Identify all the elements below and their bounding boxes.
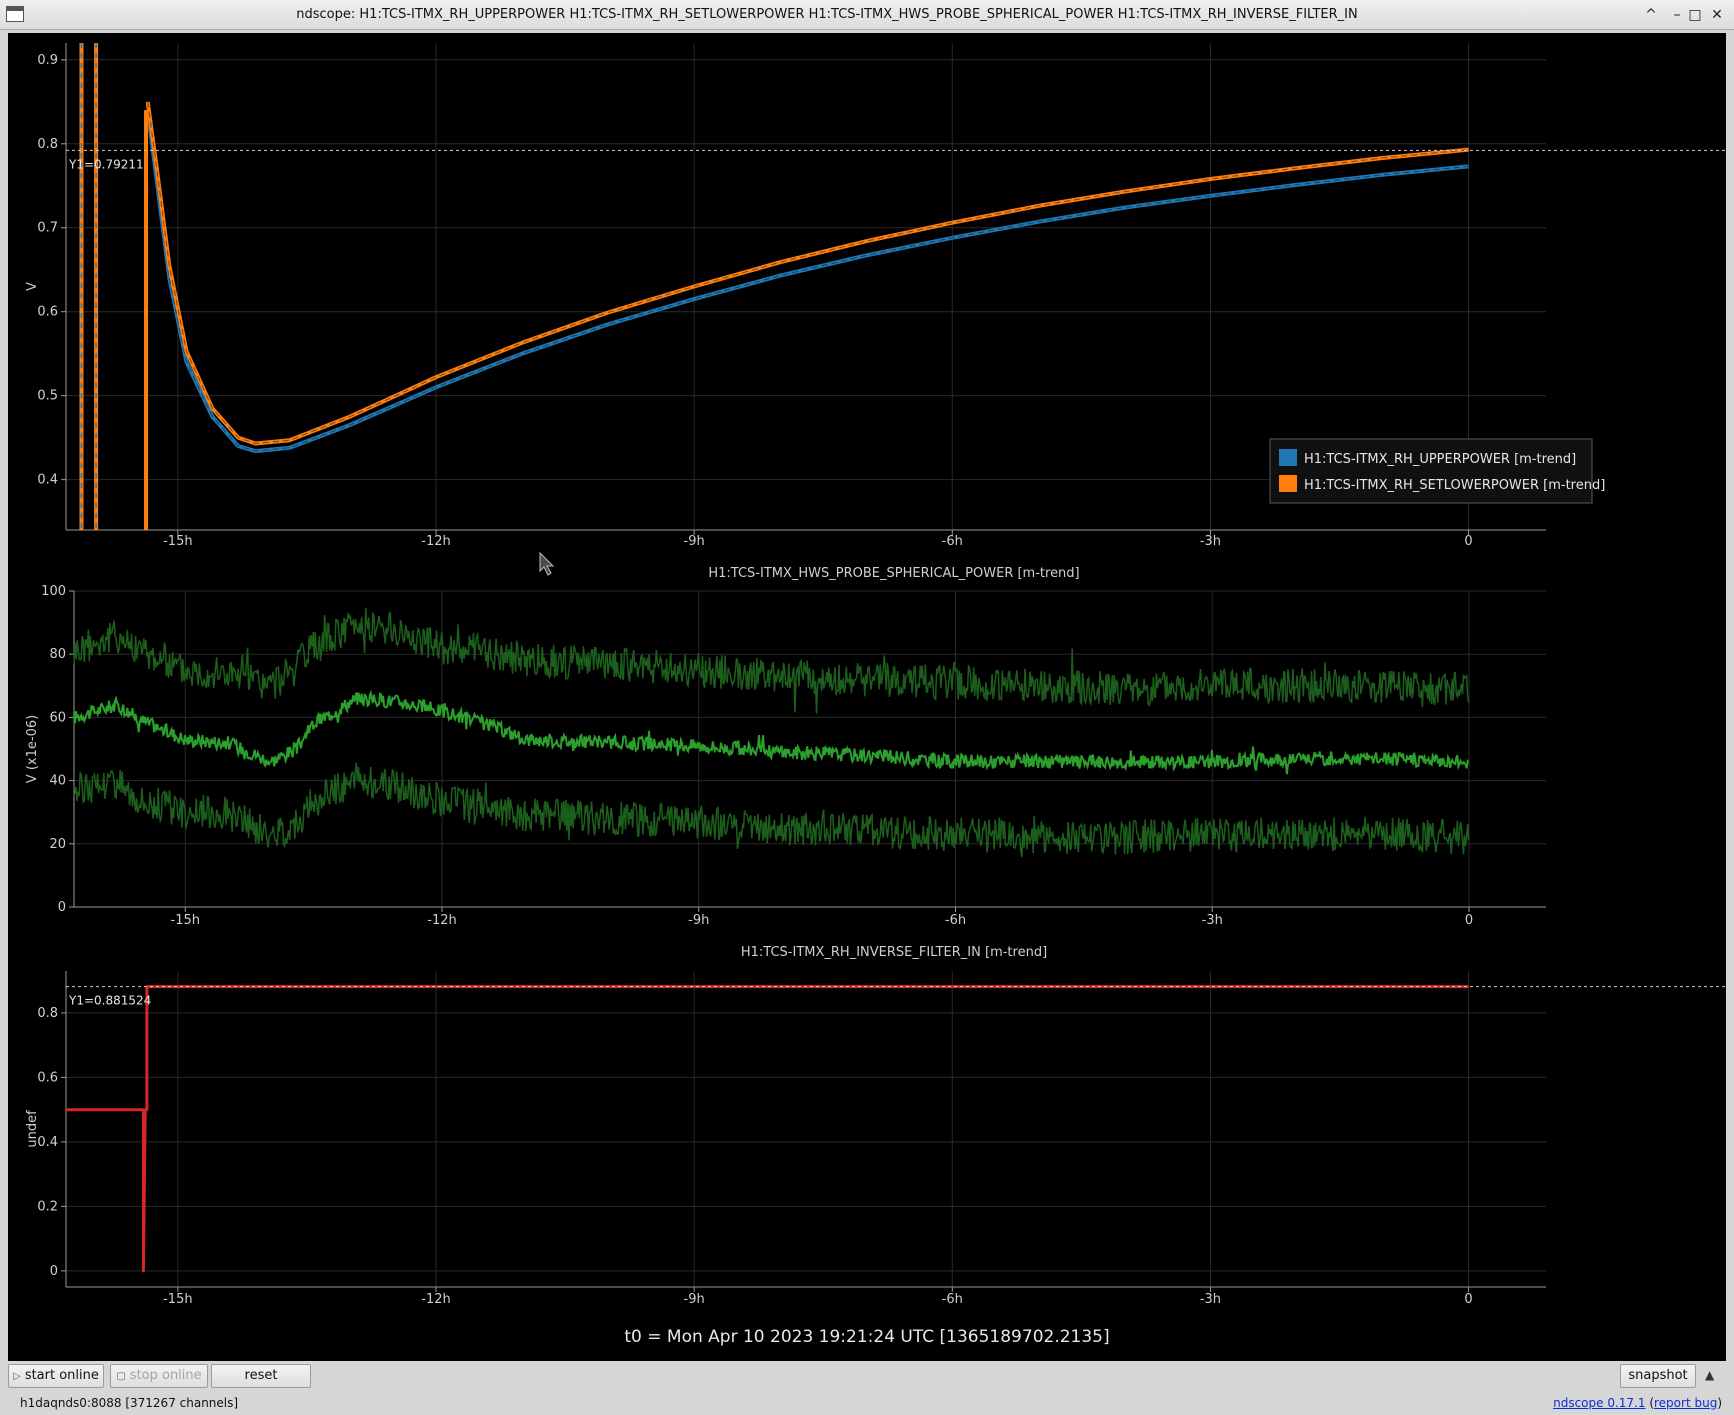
y-tick-label: 0.9 [37, 53, 58, 68]
bottom-toolbar: ▷ start online ▢ stop online reset snapsho… [0, 1362, 1734, 1415]
y-tick-label: 0.2 [37, 1199, 58, 1214]
series-minmax-dash [147, 110, 1469, 452]
legend-label: H1:TCS-ITMX_RH_UPPERPOWER [m-trend] [1304, 452, 1576, 467]
snapshot-button[interactable]: snapshot [1620, 1364, 1696, 1388]
reset-button[interactable]: reset [211, 1364, 311, 1388]
x-tick-label: -9h [684, 1292, 705, 1307]
x-tick-label: 0 [1465, 913, 1473, 928]
series-line [66, 985, 1469, 1273]
y-cursor-label: Y1=0.881524 [68, 994, 151, 1008]
y-tick-label: 0.4 [37, 1135, 58, 1150]
y-tick-label: 0.7 [37, 221, 58, 236]
x-tick-label: -15h [163, 534, 192, 549]
y-tick-label: 80 [49, 647, 66, 662]
stop-online-button: ▢ stop online [110, 1364, 208, 1388]
series-minmax-dash [147, 101, 1469, 445]
x-tick-label: -15h [171, 913, 200, 928]
t0-label: t0 = Mon Apr 10 2023 19:21:24 UTC [13651… [624, 1327, 1110, 1347]
series-line [73, 689, 1470, 775]
x-tick-label: -12h [427, 913, 456, 928]
expand-panel-icon[interactable]: ▲ [1705, 1368, 1714, 1382]
x-tick-label: 0 [1464, 1292, 1472, 1307]
plot-title: H1:TCS-ITMX_HWS_PROBE_SPHERICAL_POWER [m… [708, 566, 1079, 581]
y-tick-label: 0.6 [37, 1070, 58, 1085]
app-window-icon[interactable] [6, 6, 24, 22]
x-tick-label: 0 [1464, 534, 1472, 549]
x-tick-label: -3h [1200, 1292, 1221, 1307]
stop-icon: ▢ [116, 1371, 126, 1382]
plot-title: H1:TCS-ITMX_RH_INVERSE_FILTER_IN [m-tren… [741, 945, 1047, 960]
series-line [73, 762, 1470, 858]
x-tick-label: -6h [942, 534, 963, 549]
y-tick-label: 0.6 [37, 305, 58, 320]
play-icon: ▷ [13, 1371, 21, 1382]
series-line [145, 101, 1469, 446]
y-tick-label: 60 [49, 710, 66, 725]
y-tick-label: 0 [58, 900, 66, 915]
maximize-icon[interactable]: □ [1684, 5, 1706, 25]
legend-box [1269, 438, 1593, 504]
x-tick-label: -6h [945, 913, 966, 928]
y-tick-label: 100 [41, 584, 66, 599]
start-online-button[interactable]: ▷ start online [8, 1364, 104, 1388]
y-axis-label: V [25, 282, 40, 291]
series-line [145, 109, 1469, 454]
legend-label: H1:TCS-ITMX_RH_SETLOWERPOWER [m-trend] [1304, 478, 1605, 493]
y-tick-label: 20 [49, 837, 66, 852]
legend-swatch [1279, 449, 1297, 466]
x-tick-label: -9h [684, 534, 705, 549]
y-tick-label: 0 [50, 1264, 58, 1279]
x-tick-label: -3h [1202, 913, 1223, 928]
y-axis-label: undef [25, 1110, 40, 1148]
x-tick-label: -3h [1200, 534, 1221, 549]
mouse-pointer-icon [539, 551, 555, 576]
close-icon[interactable]: ✕ [1706, 5, 1728, 25]
y-tick-label: 0.4 [37, 473, 58, 488]
x-tick-label: -12h [421, 1292, 450, 1307]
y-tick-label: 0.5 [37, 389, 58, 404]
y-tick-label: 40 [49, 774, 66, 789]
window-title: ndscope: H1:TCS-ITMX_RH_UPPERPOWER H1:TC… [296, 7, 1358, 22]
plot-area: -15h -12h -9h -6h -3h 0 0.4 0.5 0.6 0.7 0.8 0.9 V Y1=… [8, 33, 1726, 1361]
legend-swatch [1279, 475, 1297, 492]
x-tick-label: -6h [942, 1292, 963, 1307]
y-axis-label: V (x1e-06) [25, 715, 40, 783]
keep-above-icon[interactable]: ^ [1640, 5, 1662, 25]
x-tick-label: -9h [688, 913, 709, 928]
report-bug-link[interactable]: report bug [1654, 1396, 1717, 1410]
x-tick-label: -15h [163, 1292, 192, 1307]
y-tick-label: 0.8 [37, 1006, 58, 1021]
x-tick-label: -12h [421, 534, 450, 549]
plots-canvas[interactable]: -15h -12h -9h -6h -3h 0 0.4 0.5 0.6 0.7 0.8 0.9 V Y1=… [8, 33, 1726, 1323]
title-bar: ndscope: H1:TCS-ITMX_RH_UPPERPOWER H1:TC… [0, 0, 1734, 30]
series-line [73, 608, 1470, 714]
version-link[interactable]: ndscope 0.17.1 [1553, 1396, 1645, 1410]
server-status: h1daqnds0:8088 [371267 channels] [20, 1396, 239, 1410]
y-cursor-label: Y1=0.79211 [68, 157, 144, 171]
y-tick-label: 0.8 [37, 137, 58, 152]
version-info: ndscope 0.17.1 (report bug) [1553, 1396, 1722, 1410]
